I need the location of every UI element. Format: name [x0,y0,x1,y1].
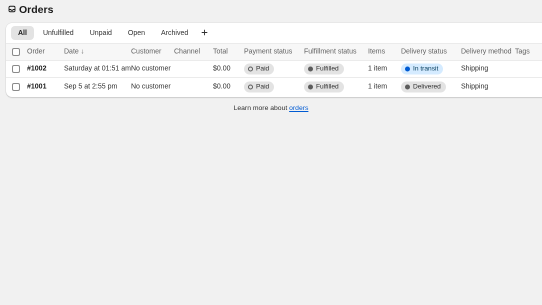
orders-help-link[interactable]: orders [289,105,308,112]
payment-status-text: Paid [256,65,270,73]
payment-status-badge: Paid [244,81,275,92]
order-date: Saturday at 01:51 am [64,65,131,73]
table-row[interactable]: #1002 Saturday at 01:51 am No customer $… [6,61,542,78]
header-date[interactable]: Date ↓ [64,49,84,56]
order-total: $0.00 [213,83,231,90]
page-title: Orders [19,4,54,16]
order-number[interactable]: #1001 [27,83,46,90]
payment-status-badge: Paid [244,63,275,75]
payment-status-dot-icon [248,66,253,72]
header-tags[interactable]: Tags [515,49,530,56]
plus-icon [201,29,208,38]
payment-status-text: Paid [256,83,270,90]
delivery-method: Shipping [461,65,489,73]
select-all-checkbox[interactable] [12,48,20,56]
row-checkbox[interactable] [12,65,20,73]
add-view-button[interactable] [197,26,211,40]
order-customer: No customer [131,65,171,73]
delivery-status-dot-icon [405,66,410,72]
order-number[interactable]: #1002 [27,66,46,73]
header-fulfillment-status[interactable]: Fulfillment status [304,49,357,56]
tab-unfulfilled[interactable]: Unfulfilled [36,26,81,40]
fulfillment-status-text: Fulfilled [316,83,339,90]
payment-status-dot-icon [248,84,253,89]
table-header-row: Order Date ↓ Customer Channel Total Payme… [6,44,542,61]
delivery-status-text: Delivered [413,83,441,90]
inbox-icon [8,5,16,15]
delivery-status-dot-icon [405,84,410,89]
delivery-status-badge: In transit [401,63,444,75]
header-items[interactable]: Items [368,49,385,56]
header-delivery-method[interactable]: Delivery method [461,49,512,56]
order-customer: No customer [131,83,171,90]
delivery-status-text: In transit [413,65,439,73]
sort-descending-icon: ↓ [80,48,85,56]
fulfillment-status-dot-icon [308,66,313,72]
orders-card: All Unfulfilled Unpaid Open Archived Ord… [6,23,542,97]
row-checkbox[interactable] [12,82,20,91]
order-items[interactable]: 1 item [368,66,387,73]
fulfillment-status-badge: Fulfilled [304,81,344,92]
tab-all[interactable]: All [11,26,34,40]
header-payment-status[interactable]: Payment status [244,49,292,56]
tab-open[interactable]: Open [121,26,152,40]
learn-more-text: Learn more about [233,105,290,112]
learn-more-footer: Learn more about orders [0,105,542,112]
header-order[interactable]: Order [27,49,45,56]
tab-archived[interactable]: Archived [154,26,195,40]
fulfillment-status-dot-icon [308,84,313,89]
fulfillment-status-text: Fulfilled [316,65,339,73]
order-date: Sep 5 at 2:55 pm [64,83,118,90]
tab-unpaid[interactable]: Unpaid [83,26,119,40]
order-items[interactable]: 1 item [368,83,387,90]
view-tabs: All Unfulfilled Unpaid Open Archived [6,23,542,44]
header-channel[interactable]: Channel [174,49,200,56]
header-delivery-status[interactable]: Delivery status [401,49,447,56]
table-row[interactable]: #1001 Sep 5 at 2:55 pm No customer $0.00… [6,78,542,95]
header-date-label: Date [64,48,79,56]
page-header: Orders [8,3,53,17]
delivery-method: Shipping [461,83,489,90]
fulfillment-status-badge: Fulfilled [304,63,344,75]
delivery-status-badge: Delivered [401,81,446,92]
order-total: $0.00 [213,65,231,73]
header-total[interactable]: Total [213,49,228,56]
header-customer[interactable]: Customer [131,49,161,56]
